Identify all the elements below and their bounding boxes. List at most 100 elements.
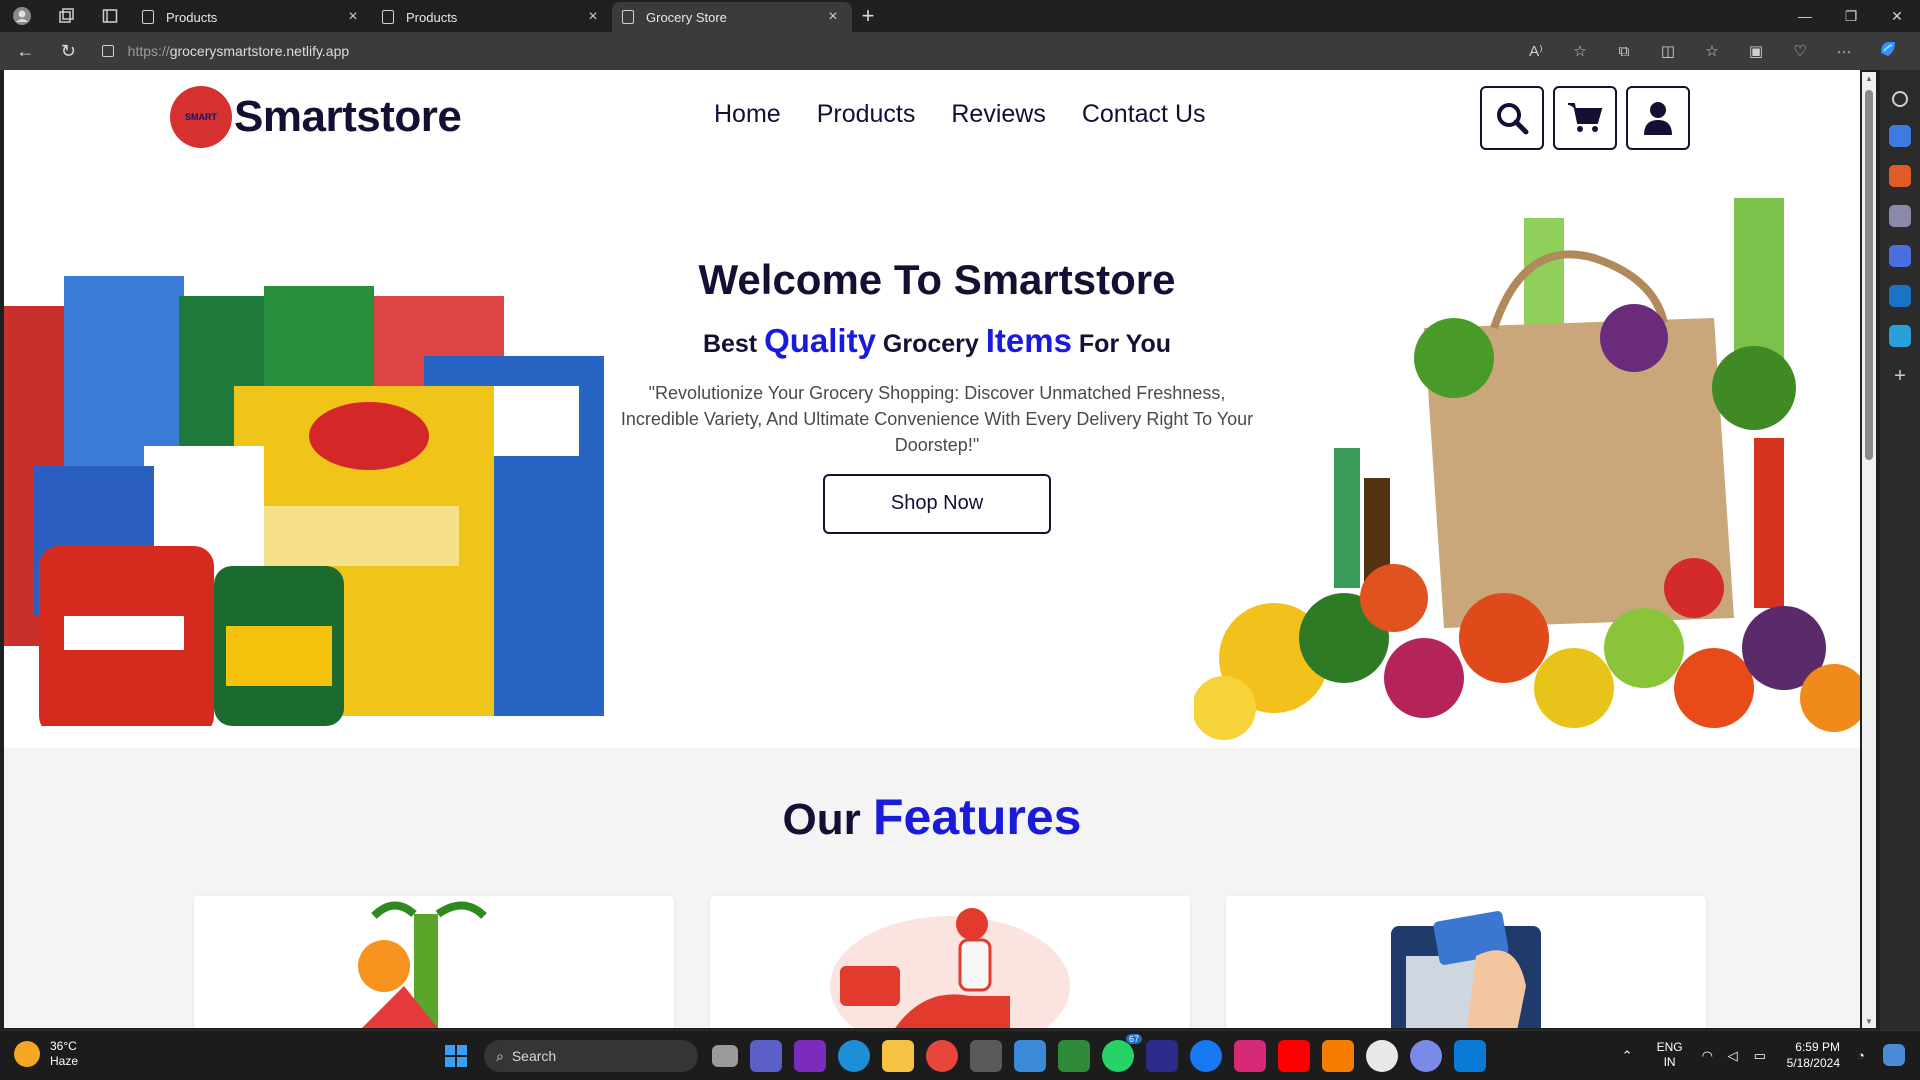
tab-title: Products: [406, 9, 458, 25]
sidebar-search-icon[interactable]: [1892, 91, 1908, 107]
feature-card: [194, 896, 674, 1028]
lock-icon[interactable]: [101, 45, 114, 57]
sidebar-add-icon[interactable]: +: [1889, 365, 1911, 387]
hero-sub-part: Grocery: [882, 330, 979, 358]
chevron-up-icon[interactable]: ⌃: [1622, 1048, 1638, 1063]
microsoft-store-icon[interactable]: [1014, 1040, 1046, 1072]
battery-icon[interactable]: ▭: [1754, 1048, 1770, 1063]
address-bar[interactable]: https:// grocerysmartstore.netlify.app: [101, 36, 1514, 66]
search-button[interactable]: [1480, 86, 1544, 150]
tab-actions-icon[interactable]: [88, 0, 132, 32]
fresh-produce-image: [358, 901, 487, 1028]
tab-title: Products: [166, 9, 218, 25]
weather-widget[interactable]: 36°C Haze: [14, 1039, 78, 1069]
search-icon: ⌕: [496, 1047, 504, 1064]
account-button[interactable]: [1626, 86, 1690, 150]
whatsapp-icon[interactable]: 67: [1102, 1034, 1142, 1072]
workspaces-icon[interactable]: [44, 0, 88, 32]
close-tab-icon[interactable]: ×: [584, 8, 602, 26]
features-heading-highlight: Features: [873, 789, 1082, 845]
taskbar-search[interactable]: ⌕ Search: [484, 1040, 698, 1072]
collections-icon[interactable]: ▣: [1734, 42, 1778, 60]
close-tab-icon[interactable]: ×: [344, 8, 362, 26]
youtube-icon[interactable]: [1278, 1040, 1310, 1072]
scrollbar-thumb[interactable]: [1865, 90, 1873, 460]
grocery-bag-image: [1194, 198, 1860, 740]
minimize-button[interactable]: —: [1782, 0, 1828, 32]
refresh-button[interactable]: ↻: [51, 33, 86, 69]
app-hexagon-icon[interactable]: [970, 1040, 1002, 1072]
toolbar-actions: A⁾ ☆ ⧉ ◫ ☆ ▣ ♡ ···: [1514, 39, 1910, 63]
split-screen-icon[interactable]: ◫: [1646, 42, 1690, 60]
vim-icon[interactable]: [1058, 1040, 1090, 1072]
chrome-icon[interactable]: [926, 1040, 958, 1072]
nav-reviews[interactable]: Reviews: [951, 100, 1045, 129]
github-icon[interactable]: [1366, 1040, 1398, 1072]
sidebar-shopping-icon[interactable]: [1889, 125, 1911, 147]
hero-description: "Revolutionize Your Grocery Shopping: Di…: [620, 383, 1254, 455]
language-indicator[interactable]: ENG IN: [1657, 1040, 1683, 1070]
restore-button[interactable]: ❐: [1828, 0, 1874, 32]
logo-badge-text: SMART: [185, 111, 217, 122]
url-protocol: https://: [127, 43, 170, 59]
browser-tab[interactable]: Products ×: [132, 2, 372, 32]
clipchamp-icon[interactable]: [794, 1040, 826, 1072]
features-heading: Our Features: [4, 788, 1860, 846]
close-tab-icon[interactable]: ×: [824, 8, 842, 26]
read-aloud-icon[interactable]: A⁾: [1514, 42, 1558, 60]
weather-temp: 36°C: [50, 1039, 77, 1053]
nav-home[interactable]: Home: [714, 100, 781, 129]
system-tray: ⌃ ENG IN ◠ ◁ ▭ 6:59 PM 5/18/2024 ◔: [1617, 1039, 1910, 1071]
intellij-icon[interactable]: [1146, 1040, 1178, 1072]
edge-icon[interactable]: [838, 1040, 870, 1072]
clock[interactable]: 6:59 PM 5/18/2024: [1787, 1039, 1840, 1071]
sidebar-tools-icon[interactable]: [1889, 165, 1911, 187]
notification-bell-icon[interactable]: ◔: [1857, 1048, 1873, 1063]
back-button[interactable]: ←: [8, 33, 43, 69]
start-button[interactable]: [436, 1036, 476, 1076]
copilot-icon[interactable]: [1866, 39, 1910, 63]
facebook-icon[interactable]: [1190, 1040, 1222, 1072]
new-tab-button[interactable]: +: [852, 0, 884, 32]
extensions-icon[interactable]: ⧉: [1602, 43, 1646, 60]
sidebar-games-icon[interactable]: [1889, 205, 1911, 227]
wifi-icon[interactable]: ◠: [1702, 1048, 1718, 1063]
scroll-down-arrow-icon[interactable]: ▼: [1862, 1017, 1876, 1026]
sidebar-outlook-icon[interactable]: [1889, 285, 1911, 307]
volume-icon[interactable]: ◁: [1728, 1048, 1744, 1063]
scroll-up-arrow-icon[interactable]: ▲: [1862, 74, 1876, 83]
nav-contact-us[interactable]: Contact Us: [1082, 100, 1206, 129]
close-window-button[interactable]: ✕: [1874, 0, 1920, 32]
shop-now-button[interactable]: Shop Now: [823, 474, 1051, 534]
document-icon: [382, 10, 394, 24]
favorite-star-icon[interactable]: ☆: [1558, 42, 1602, 60]
sidebar-send-icon[interactable]: [1889, 325, 1911, 347]
windows-taskbar: 36°C Haze ⌕ Search 67 ⌃ ENG IN ◠ ◁ ▭ 6:5…: [0, 1030, 1920, 1080]
weather-haze-icon: [14, 1041, 40, 1067]
browser-tab-active[interactable]: Grocery Store ×: [612, 2, 852, 32]
task-view-icon[interactable]: [712, 1045, 738, 1067]
favorites-icon[interactable]: ☆: [1690, 42, 1734, 60]
file-explorer-icon[interactable]: [882, 1040, 914, 1072]
more-menu-icon[interactable]: ···: [1822, 43, 1866, 60]
teams-icon[interactable]: [750, 1040, 782, 1072]
instagram-icon[interactable]: [1234, 1040, 1266, 1072]
packaged-groceries-image: [4, 276, 604, 726]
site-logo[interactable]: SMART Smartstore: [170, 86, 462, 148]
browser-tab[interactable]: Products ×: [372, 2, 612, 32]
page-scrollbar[interactable]: ▲ ▼: [1862, 72, 1876, 1028]
vscode-icon[interactable]: [1454, 1040, 1486, 1072]
card-payment-image: [1391, 911, 1541, 1028]
feature-card: [710, 896, 1190, 1028]
user-icon: [1644, 102, 1672, 135]
cart-button[interactable]: [1553, 86, 1617, 150]
browser-essentials-icon[interactable]: ♡: [1778, 42, 1822, 60]
globe-app-icon[interactable]: [1410, 1040, 1442, 1072]
header-actions: [1480, 86, 1690, 150]
profile-icon[interactable]: [0, 0, 44, 32]
blogger-icon[interactable]: [1322, 1040, 1354, 1072]
clock-time: 6:59 PM: [1795, 1040, 1840, 1054]
nav-products[interactable]: Products: [817, 100, 916, 129]
sidebar-copilot-icon[interactable]: [1889, 245, 1911, 267]
copilot-tray-icon[interactable]: [1883, 1044, 1905, 1066]
